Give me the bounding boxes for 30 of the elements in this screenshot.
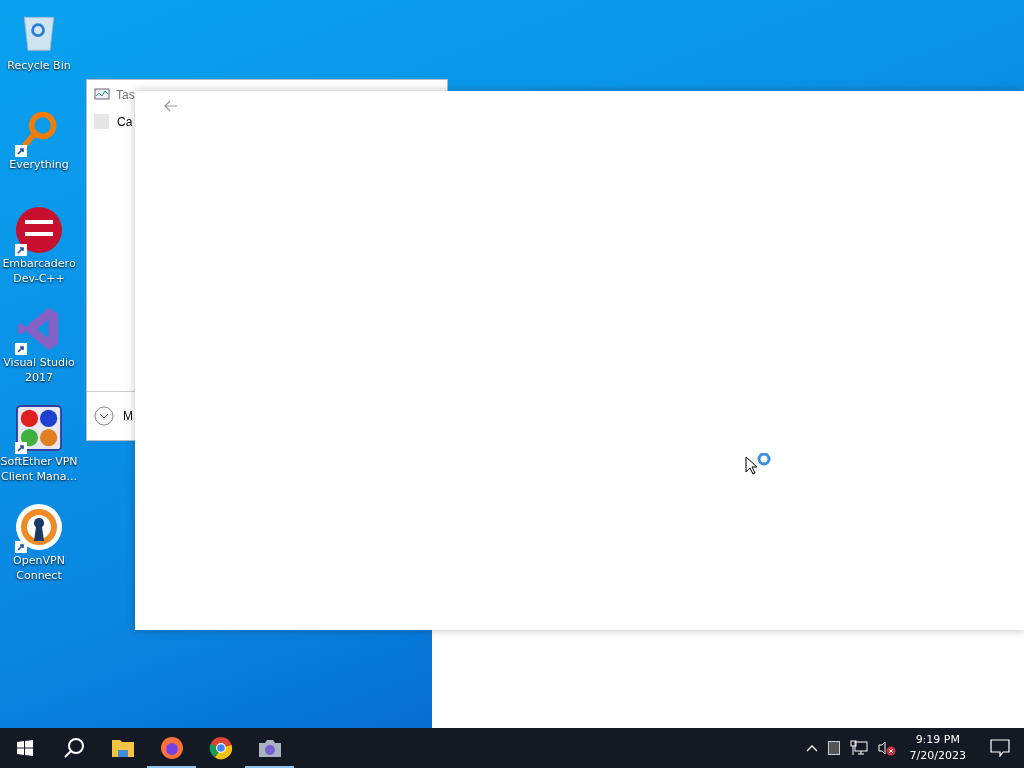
- desktop-icon-label[interactable]: OpenVPN Connect: [0, 553, 78, 583]
- back-arrow-icon[interactable]: [163, 98, 179, 114]
- monitor-chart-icon: [94, 87, 110, 103]
- desktop-icon-label[interactable]: Visual Studio 2017: [0, 355, 78, 385]
- desktop-icon-label[interactable]: Embarcadero Dev-C++: [0, 256, 78, 286]
- disc-logo-icon[interactable]: [15, 206, 63, 254]
- clock-time[interactable]: 9:19 PM: [915, 732, 960, 748]
- folder-icon[interactable]: [110, 738, 135, 758]
- search-icon[interactable]: [62, 737, 85, 759]
- keyhole-icon[interactable]: [15, 503, 63, 551]
- more-details-link[interactable]: M: [123, 409, 133, 423]
- desktop-icon-label[interactable]: Recycle Bin: [0, 58, 78, 73]
- fox-globe-icon[interactable]: [159, 736, 184, 760]
- chevron-down-icon[interactable]: [94, 406, 114, 426]
- keyboard-grid-icon[interactable]: [827, 741, 840, 755]
- notification-icon[interactable]: [990, 739, 1010, 757]
- desktop-icon-label[interactable]: Everything: [0, 157, 78, 172]
- chevron-up-icon[interactable]: [805, 744, 818, 752]
- clock-date[interactable]: 7/20/2023: [909, 748, 966, 764]
- browser-circle-icon[interactable]: [208, 736, 233, 760]
- window-title: Tas: [116, 88, 135, 102]
- network-monitor-icon[interactable]: [849, 740, 868, 756]
- desktop-icon-label[interactable]: SoftEther VPN Client Mana...: [0, 454, 78, 484]
- busy-cursor-icon: [745, 453, 771, 475]
- camera-icon[interactable]: [257, 738, 282, 758]
- four-balls-icon[interactable]: [16, 405, 62, 451]
- windows-start-icon[interactable]: [16, 740, 33, 756]
- checkbox-label[interactable]: Ca: [117, 114, 133, 129]
- checkbox[interactable]: [94, 114, 109, 129]
- muted-speaker-icon[interactable]: [877, 740, 896, 756]
